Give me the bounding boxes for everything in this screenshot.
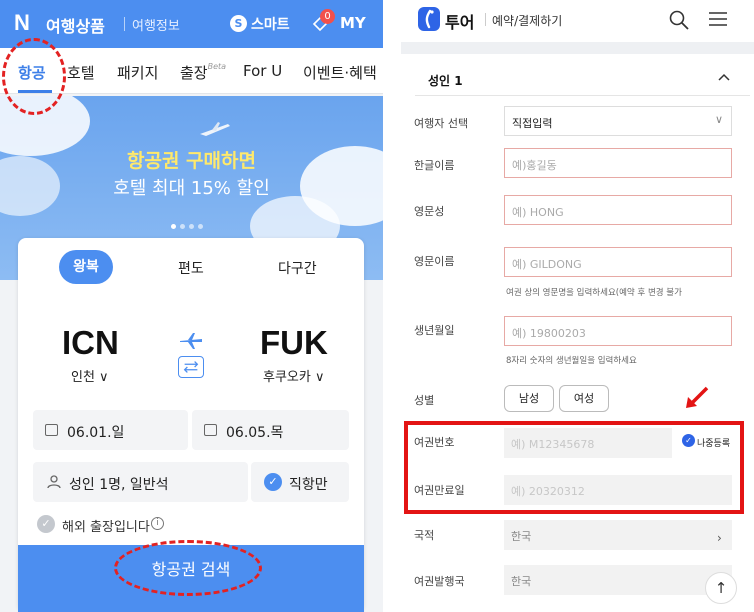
nationality-label: 국적	[414, 529, 435, 542]
travel-info-link[interactable]: 여행정보	[132, 15, 180, 34]
divider	[485, 13, 486, 26]
eng-first-name-label: 영문이름	[414, 255, 455, 268]
pagination-dot[interactable]	[171, 224, 176, 229]
banner-headline: 항공권 구매하면	[127, 150, 256, 172]
airplane-icon	[180, 333, 202, 349]
section-title: 성인 1	[428, 74, 463, 88]
tab-hotel[interactable]: 호텔	[67, 62, 95, 83]
calendar-icon	[45, 424, 58, 436]
section-divider	[415, 95, 750, 96]
kor-name-label: 한글이름	[414, 159, 455, 172]
destination-code[interactable]: FUK	[260, 324, 328, 362]
chevron-right-icon: ›	[717, 531, 722, 545]
origin-code[interactable]: ICN	[62, 324, 119, 362]
smart-icon[interactable]: S	[230, 15, 247, 32]
swap-icon[interactable]	[178, 356, 204, 378]
issuer-select[interactable]: 한국	[504, 565, 732, 595]
banner-pagination	[171, 214, 207, 233]
gender-female-button[interactable]: 여성	[559, 385, 609, 412]
birth-input[interactable]: 예) 19800203	[504, 316, 732, 346]
check-icon: ✓	[264, 473, 282, 491]
origin-city-label: 인천	[71, 370, 95, 385]
depart-date-field[interactable]: 06.01.일	[33, 410, 188, 450]
highlight-box	[404, 421, 744, 514]
chevron-up-icon[interactable]	[718, 72, 730, 84]
highlight-circle	[2, 38, 66, 115]
highlight-circle	[114, 540, 262, 596]
traveler-select[interactable]: 직접입력 ∨	[504, 106, 732, 136]
scroll-top-button[interactable]: ↑	[705, 572, 737, 604]
birth-help: 8자리 숫자의 생년월일을 입력하세요	[506, 356, 637, 366]
birth-label: 생년월일	[414, 324, 455, 337]
kor-name-input[interactable]: 예)홍길동	[504, 148, 732, 178]
origin-city[interactable]: 인천 ∨	[71, 366, 109, 385]
search-icon[interactable]	[669, 10, 689, 30]
notification-badge: 0	[320, 9, 335, 24]
issuer-label: 여권발행국	[414, 575, 465, 588]
passenger-summary: 성인 1명, 일반석	[69, 477, 169, 493]
chevron-down-icon: ∨	[714, 113, 723, 126]
flight-search-panel: N 여행상품 여행정보 S 스마트 0 MY 항공 호텔 패키지 출장Beta …	[0, 0, 383, 612]
travel-products-link[interactable]: 여행상품	[46, 13, 105, 37]
naver-logo[interactable]: N	[14, 12, 36, 34]
destination-city-label: 후쿠오카	[263, 370, 311, 385]
pagination-dot[interactable]	[180, 224, 185, 229]
traveler-select-value: 직접입력	[512, 117, 553, 130]
gender-male-button[interactable]: 남성	[504, 385, 554, 412]
tab-events[interactable]: 이벤트·혜택	[303, 62, 377, 83]
return-date: 06.05.목	[226, 425, 284, 441]
traveler-select-label: 여행자 선택	[414, 117, 469, 130]
issuer-value: 한국	[511, 575, 532, 588]
direct-only-toggle[interactable]: ✓ 직항만	[251, 462, 349, 502]
person-icon	[47, 475, 61, 489]
eng-last-name-input[interactable]: 예) HONG	[504, 195, 732, 225]
booking-header: 투어 예약/결제하기	[401, 0, 754, 42]
tab-business[interactable]: 출장Beta	[180, 62, 226, 83]
tab-for-u[interactable]: For U	[243, 62, 282, 80]
trip-roundtrip[interactable]: 왕복	[59, 250, 113, 284]
tour-logo-icon[interactable]	[418, 7, 440, 31]
annotation-arrow	[686, 386, 709, 408]
my-link[interactable]: MY	[340, 14, 366, 32]
arrow-up-icon: ↑	[714, 579, 728, 597]
nationality-value: 한국	[511, 530, 532, 543]
calendar-icon	[204, 424, 217, 436]
info-icon[interactable]: i	[151, 517, 164, 530]
gender-label: 성별	[414, 394, 435, 407]
section-gap	[401, 42, 754, 54]
pagination-dot[interactable]	[198, 224, 203, 229]
return-date-field[interactable]: 06.05.목	[192, 410, 349, 450]
airplane-illustration	[200, 122, 230, 136]
trip-oneway[interactable]: 편도	[178, 258, 204, 278]
pagination-dot[interactable]	[189, 224, 194, 229]
eng-first-name-input[interactable]: 예) GILDONG	[504, 247, 732, 277]
tab-package[interactable]: 패키지	[117, 62, 158, 83]
page-title: 예약/결제하기	[492, 14, 563, 28]
tour-brand: 투어	[445, 13, 475, 32]
direct-only-label: 직항만	[289, 477, 328, 493]
top-bar: N 여행상품 여행정보 S 스마트 0 MY	[0, 0, 383, 48]
divider	[124, 17, 125, 31]
nationality-select[interactable]: 한국	[504, 520, 732, 550]
business-trip-checkbox[interactable]: ✓	[37, 515, 55, 533]
smart-link[interactable]: 스마트	[251, 14, 290, 34]
trip-multicity[interactable]: 다구간	[278, 258, 317, 278]
tab-business-label: 출장	[180, 64, 208, 82]
eng-last-name-label: 영문성	[414, 205, 445, 218]
passenger-field[interactable]: 성인 1명, 일반석	[33, 462, 248, 502]
beta-tag: Beta	[207, 62, 227, 71]
depart-date: 06.01.일	[67, 425, 125, 441]
booking-form-panel: 투어 예약/결제하기 성인 1 여행자 선택 직접입력 ∨ 한글이름 예)홍길동…	[401, 0, 754, 612]
menu-icon[interactable]	[709, 11, 727, 27]
eng-name-help: 여권 상의 영문명을 입력하세요(예약 후 변경 불가	[506, 288, 682, 298]
business-trip-label: 해외 출장입니다	[62, 520, 150, 535]
banner-subline: 호텔 최대 15% 할인	[113, 178, 270, 199]
destination-city[interactable]: 후쿠오카 ∨	[263, 366, 325, 385]
